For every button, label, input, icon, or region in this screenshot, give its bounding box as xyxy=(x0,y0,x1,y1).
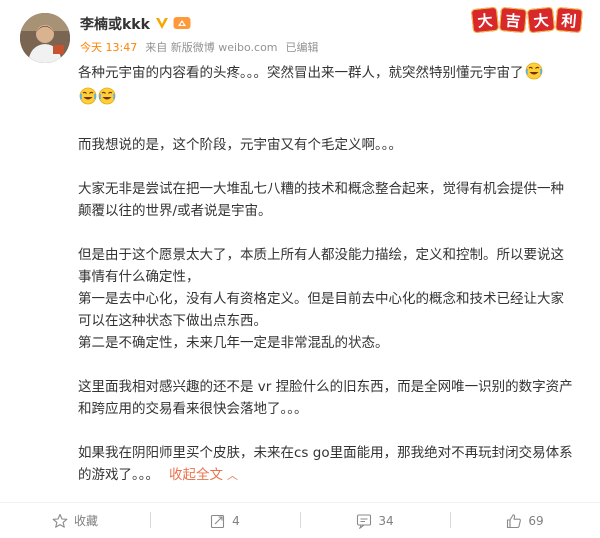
stamp-char: 大 xyxy=(470,6,500,34)
paragraph-text: 各种元宇宙的内容看的头疼。。。突然冒出来一群人，就突然特别懂元宇宙了 xyxy=(78,65,524,81)
collapse-label: 收起全文 xyxy=(169,467,223,483)
repost-icon xyxy=(211,514,225,528)
collapse-text-link[interactable]: 收起全文 ︿ xyxy=(169,467,238,483)
paragraph: 这里面我相对感兴趣的还不是 vr 捏脸什么的旧东西，而是全网唯一识别的数字资产和… xyxy=(78,379,573,417)
like-count: 69 xyxy=(528,513,544,528)
action-bar: 收藏 4 34 69 xyxy=(0,503,600,538)
paragraph: 各种元宇宙的内容看的头疼。。。突然冒出来一群人，就突然特别懂元宇宙了 xyxy=(78,62,576,112)
paragraph: 大家无非是尝试在把一大堆乱七八糟的技术和概念整合起来，觉得有机会提供一种颠覆以往… xyxy=(78,181,564,219)
avatar[interactable] xyxy=(20,13,70,63)
laugh-cry-emoji-icon xyxy=(79,87,97,112)
stamp-char: 大 xyxy=(526,6,556,34)
fan-badge-icon[interactable] xyxy=(173,15,191,34)
paragraph: 第二是不确定性，未来几年一定是非常混乱的状态。 xyxy=(78,335,389,351)
laugh-cry-emoji-icon xyxy=(98,87,116,112)
thumbs-up-icon xyxy=(507,513,522,528)
repost-count: 4 xyxy=(232,513,240,528)
paragraph: 第一是去中心化，没有人有资格定义。但是目前去中心化的概念和技术已经让大家可以在这… xyxy=(78,291,564,329)
paragraph-text: 如果我在阴阳师里买个皮肤，未来在cs go里面能用，那我绝对不再玩封闭交易体系的… xyxy=(78,445,573,483)
like-button[interactable]: 69 xyxy=(450,503,600,538)
favorite-button[interactable]: 收藏 xyxy=(0,503,150,538)
user-name[interactable]: 李楠或kkk xyxy=(80,14,150,34)
comment-icon xyxy=(357,513,372,529)
post-source[interactable]: 来自 新版微博 weibo.com xyxy=(145,39,277,55)
laugh-cry-emoji-icon xyxy=(525,62,543,87)
lucky-stamp-badge: 大 吉 大 利 xyxy=(470,6,583,34)
chevron-up-icon: ︿ xyxy=(227,469,238,482)
avatar-image xyxy=(20,13,70,63)
comment-count: 34 xyxy=(378,513,394,528)
edited-label[interactable]: 已编辑 xyxy=(286,39,319,55)
post-time[interactable]: 今天 13:47 xyxy=(80,39,137,55)
verified-v-icon xyxy=(155,15,169,34)
paragraph: 而我想说的是，这个阶段，元宇宙又有个毛定义啊。。。 xyxy=(78,137,402,153)
stamp-char: 利 xyxy=(555,6,583,34)
post-meta: 今天 13:47 来自 新版微博 weibo.com 已编辑 xyxy=(80,40,600,54)
comment-button[interactable]: 34 xyxy=(300,503,450,538)
paragraph: 但是由于这个愿景太大了，本质上所有人都没能力描绘，定义和控制。所以要说这事情有什… xyxy=(78,247,564,285)
star-icon xyxy=(52,513,68,528)
repost-button[interactable]: 4 xyxy=(150,503,300,538)
stamp-char: 吉 xyxy=(499,6,527,34)
paragraph: 如果我在阴阳师里买个皮肤，未来在cs go里面能用，那我绝对不再玩封闭交易体系的… xyxy=(78,442,576,487)
weibo-post-card: 李楠或kkk 今天 13:47 来自 新版微博 weibo.com 已编辑 大 … xyxy=(0,0,600,538)
post-content: 各种元宇宙的内容看的头疼。。。突然冒出来一群人，就突然特别懂元宇宙了 而我想说的… xyxy=(78,62,576,487)
favorite-label: 收藏 xyxy=(73,514,98,528)
